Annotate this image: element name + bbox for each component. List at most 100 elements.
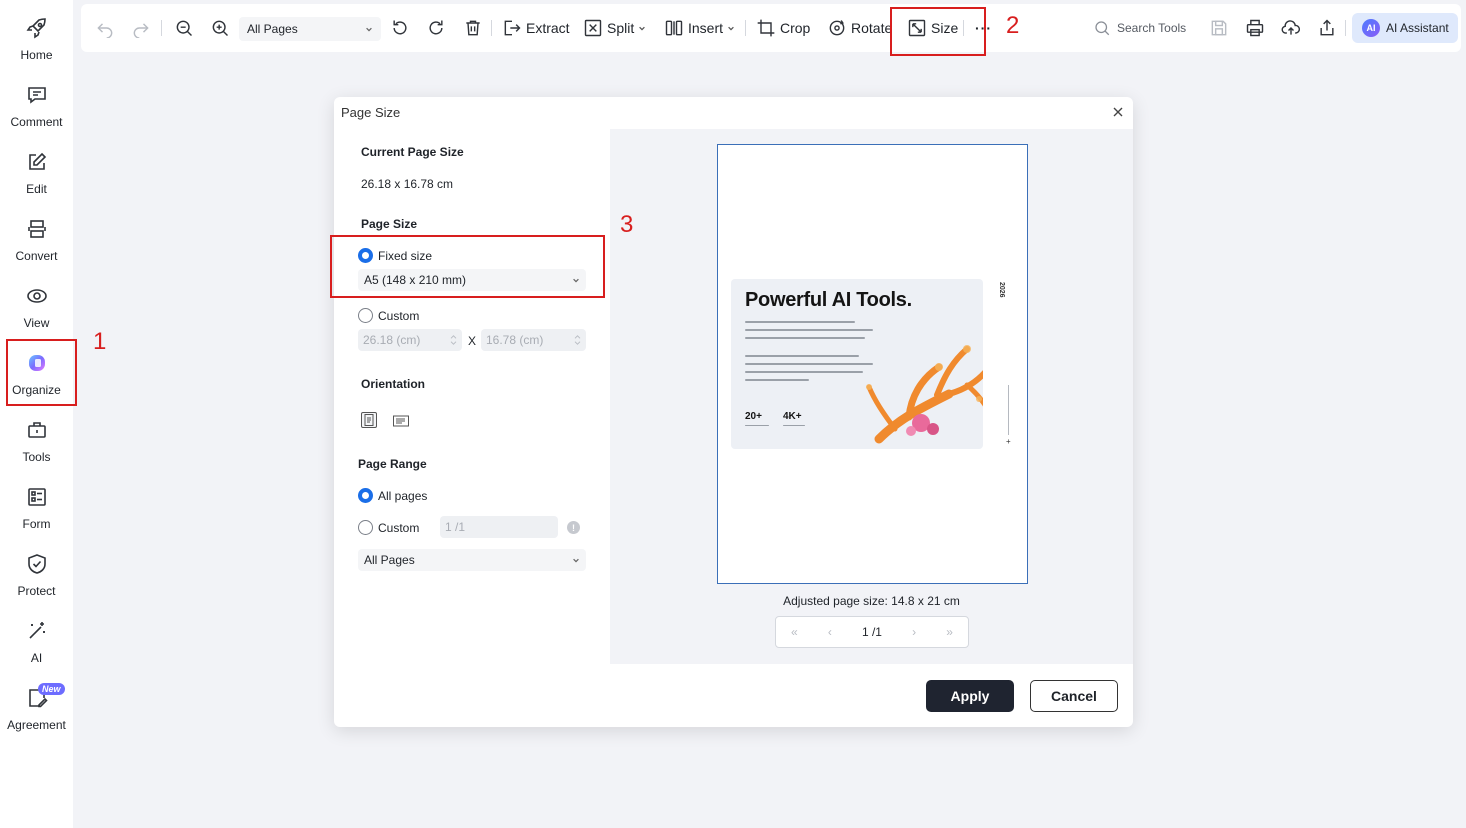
rotate-right-button[interactable]: [426, 4, 446, 52]
cancel-button[interactable]: Cancel: [1030, 680, 1118, 712]
info-icon[interactable]: !: [567, 521, 580, 534]
page-preview-area: Powerful AI Tools. 20+ 4K+ 2026 +: [610, 129, 1133, 664]
preview-text-line: [745, 321, 855, 323]
preview-stat: 20+: [745, 411, 762, 422]
close-icon[interactable]: [1111, 105, 1125, 119]
landscape-orientation-button[interactable]: [393, 413, 409, 429]
edit-icon: [28, 152, 46, 170]
split-icon: [584, 19, 602, 37]
page-size-title: Page Size: [361, 217, 418, 231]
last-page-button[interactable]: »: [946, 625, 953, 639]
page-size-dialog: Page Size Current Page Size 26.18 x 16.7…: [334, 97, 1133, 727]
stepper-icon: [574, 335, 581, 345]
sidebar-item-protect[interactable]: Protect: [0, 546, 73, 608]
radio-dot: [358, 520, 373, 535]
custom-range-radio[interactable]: Custom: [358, 520, 419, 535]
preview-side-mark: +: [1006, 437, 1011, 446]
next-page-button[interactable]: ›: [912, 625, 916, 639]
sidebar-item-view[interactable]: View: [0, 278, 73, 340]
sidebar-item-tools[interactable]: Tools: [0, 412, 73, 474]
annotation-box-organize: [6, 339, 77, 406]
annotation-box-size: [890, 7, 986, 56]
magic-wand-icon: [28, 622, 45, 639]
new-badge: New: [38, 683, 65, 695]
annotation-box-fixed-size: [330, 235, 605, 298]
radio-dot: [358, 488, 373, 503]
zoom-out-icon: [176, 20, 193, 37]
rotate-button[interactable]: Rotate: [827, 4, 892, 52]
preview-title: Powerful AI Tools.: [745, 289, 912, 311]
stepper-icon: [450, 335, 457, 345]
page-range-select[interactable]: All Pages: [358, 549, 586, 571]
sidebar-item-home[interactable]: Home: [0, 10, 73, 72]
coral-illustration-icon: [866, 345, 983, 444]
rotate-label: Rotate: [851, 20, 893, 36]
extract-button[interactable]: Extract: [502, 4, 570, 52]
preview-text-line: [745, 425, 769, 426]
zoom-out-button[interactable]: [174, 4, 194, 52]
chevron-down-icon: [366, 27, 372, 32]
preview-text-line: [745, 337, 865, 339]
crop-icon: [757, 19, 775, 37]
prev-page-button[interactable]: ‹: [828, 625, 832, 639]
redo-icon: [133, 23, 149, 38]
ai-assistant-button[interactable]: AI AI Assistant: [1352, 13, 1458, 43]
orientation-title: Orientation: [361, 377, 426, 391]
crop-button[interactable]: Crop: [756, 4, 810, 52]
rotate-left-button[interactable]: [390, 4, 410, 52]
dialog-title: Page Size: [341, 105, 401, 120]
sidebar-item-label: Comment: [10, 115, 63, 129]
rotate-icon: [829, 20, 845, 36]
page-indicator: 1 /1: [861, 625, 882, 639]
sidebar-item-label: Tools: [22, 450, 51, 464]
custom-height-input[interactable]: 16.78 (cm): [481, 329, 586, 351]
search-tools[interactable]: Search Tools: [1093, 4, 1186, 52]
all-pages-radio[interactable]: All pages: [358, 488, 427, 503]
sidebar-item-form[interactable]: Form: [0, 479, 73, 541]
page-preview: Powerful AI Tools. 20+ 4K+ 2026 +: [717, 144, 1028, 584]
custom-range-input[interactable]: 1 /1: [440, 516, 558, 538]
split-button[interactable]: Split: [583, 4, 646, 52]
sidebar-item-comment[interactable]: Comment: [0, 77, 73, 139]
pages-select[interactable]: All Pages: [239, 17, 381, 41]
custom-width-value: 26.18 (cm): [363, 333, 421, 347]
custom-width-input[interactable]: 26.18 (cm): [358, 329, 462, 351]
upload-cloud-button[interactable]: [1281, 4, 1301, 52]
current-page-size-title: Current Page Size: [361, 145, 464, 159]
preview-text-line: [745, 371, 863, 373]
undo-button[interactable]: [95, 4, 115, 52]
portrait-orientation-button[interactable]: [361, 412, 377, 428]
apply-button[interactable]: Apply: [926, 680, 1014, 712]
preview-poster: Powerful AI Tools. 20+ 4K+: [731, 279, 983, 449]
redo-button[interactable]: [131, 4, 151, 52]
preview-text-line: [745, 355, 859, 357]
zoom-in-button[interactable]: [210, 4, 230, 52]
preview-side-text: [1008, 385, 1009, 435]
toolbar-divider: [161, 20, 162, 36]
search-icon: [1095, 21, 1110, 36]
trash-icon: [466, 20, 480, 36]
first-page-button[interactable]: «: [791, 625, 798, 639]
sidebar-item-ai[interactable]: AI: [0, 613, 73, 675]
all-pages-label: All pages: [378, 488, 428, 503]
save-button[interactable]: [1209, 4, 1229, 52]
print-button[interactable]: [1245, 4, 1265, 52]
share-button[interactable]: [1317, 4, 1337, 52]
search-tools-label: Search Tools: [1117, 21, 1187, 35]
sidebar-item-edit[interactable]: Edit: [0, 144, 73, 206]
custom-size-radio[interactable]: Custom: [358, 308, 419, 323]
delete-button[interactable]: [463, 4, 483, 52]
sidebar-item-label: Form: [22, 517, 51, 531]
adjusted-page-size: Adjusted page size: 14.8 x 21 cm: [783, 594, 960, 608]
toolbar-divider: [491, 20, 492, 36]
insert-button[interactable]: Insert: [664, 4, 735, 52]
toolbox-icon: [27, 422, 46, 438]
cloud-upload-icon: [1281, 20, 1301, 35]
sidebar-item-agreement[interactable]: New Agreement: [0, 680, 73, 742]
chevron-down-icon: [639, 26, 646, 31]
extract-label: Extract: [526, 20, 570, 36]
custom-size-label: Custom: [378, 308, 420, 323]
sidebar-item-convert[interactable]: Convert: [0, 211, 73, 273]
preview-text-line: [783, 425, 805, 426]
custom-range-label: Custom: [378, 520, 420, 535]
